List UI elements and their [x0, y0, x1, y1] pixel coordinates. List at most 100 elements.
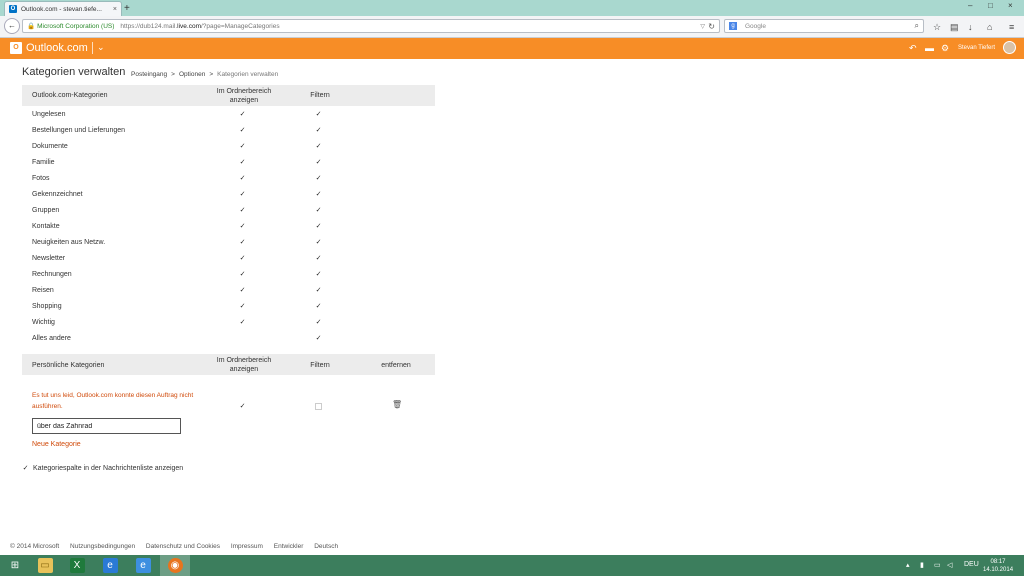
- footer-link-developers[interactable]: Entwickler: [274, 543, 304, 550]
- new-tab-button[interactable]: +: [124, 3, 130, 14]
- folder-checkbox[interactable]: ✓: [239, 319, 246, 326]
- table-row: Gruppen ✓ ✓: [22, 203, 435, 219]
- user-name[interactable]: Stevan Tiefert: [958, 45, 995, 51]
- folder-checkbox[interactable]: ✓: [239, 255, 246, 262]
- bookmark-star-icon[interactable]: ☆: [933, 22, 941, 33]
- google-engine-icon[interactable]: g: [729, 22, 737, 30]
- delete-icon[interactable]: 🗑: [392, 400, 402, 409]
- filter-checkbox[interactable]: ✓: [315, 127, 322, 134]
- search-placeholder: Google: [745, 22, 766, 30]
- breadcrumb-posteingang[interactable]: Posteingang: [131, 71, 167, 78]
- avatar[interactable]: [1003, 41, 1016, 54]
- personal-folder-checkbox[interactable]: ✓: [239, 403, 246, 410]
- filter-checkbox[interactable]: ✓: [315, 111, 322, 118]
- tray-chevron-icon[interactable]: ▴: [906, 561, 910, 569]
- footer-link-privacy[interactable]: Datenschutz und Cookies: [146, 543, 220, 550]
- bookmarks-icon[interactable]: ▤: [950, 22, 959, 33]
- filter-checkbox[interactable]: ✓: [315, 319, 322, 326]
- footer-link-language[interactable]: Deutsch: [314, 543, 338, 550]
- search-icon[interactable]: ⌕: [915, 21, 919, 31]
- folder-checkbox[interactable]: ✓: [239, 207, 246, 214]
- app-switcher-chevron-icon[interactable]: ⌄: [97, 42, 105, 53]
- gear-icon[interactable]: ⚙: [941, 43, 949, 54]
- filter-checkbox[interactable]: ✓: [315, 303, 322, 310]
- start-button[interactable]: ⊞: [0, 555, 30, 576]
- footer-link-terms[interactable]: Nutzungsbedingungen: [70, 543, 135, 550]
- new-category-input[interactable]: [32, 418, 181, 434]
- folder-checkbox[interactable]: ✓: [239, 127, 246, 134]
- filter-checkbox[interactable]: ✓: [315, 207, 322, 214]
- browser-tab[interactable]: O Outlook.com - stevan.tiefe... ×: [4, 1, 122, 16]
- site-identity[interactable]: Microsoft Corporation (US): [37, 23, 114, 30]
- col-header-personal-folder: Im Ordnerbereich anzeigen: [216, 357, 272, 373]
- chat-icon[interactable]: ▬: [925, 43, 934, 53]
- filter-checkbox[interactable]: ✓: [315, 239, 322, 246]
- footer-link-imprint[interactable]: Impressum: [231, 543, 263, 550]
- clock[interactable]: 08:17 14.10.2014: [983, 558, 1013, 574]
- outlook-logo-icon[interactable]: O: [10, 42, 22, 54]
- col-header-personal-name: Persönliche Kategorien: [32, 362, 105, 369]
- url-bar[interactable]: 🔒 Microsoft Corporation (US) https://dub…: [22, 19, 720, 33]
- download-icon[interactable]: ↓: [968, 22, 973, 32]
- file-explorer-icon: ▭: [37, 558, 53, 573]
- filter-checkbox[interactable]: ✓: [315, 335, 322, 342]
- filter-checkbox[interactable]: ✓: [315, 287, 322, 294]
- breadcrumb-separator: >: [171, 71, 175, 78]
- filter-checkbox[interactable]: ✓: [315, 159, 322, 166]
- folder-checkbox[interactable]: ✓: [239, 271, 246, 278]
- home-icon[interactable]: ⌂: [987, 22, 992, 32]
- table-row: Reisen ✓ ✓: [22, 283, 435, 299]
- breadcrumb-optionen[interactable]: Optionen: [179, 71, 205, 78]
- folder-checkbox[interactable]: ✓: [239, 287, 246, 294]
- undo-icon[interactable]: ↶: [909, 43, 917, 54]
- taskbar-firefox[interactable]: ◉: [160, 555, 190, 576]
- browser-tab-bar: O Outlook.com - stevan.tiefe... × + – □ …: [0, 0, 1024, 16]
- category-name: Reisen: [32, 287, 54, 294]
- network-icon[interactable]: ▮: [920, 561, 924, 569]
- category-name: Alles andere: [32, 335, 71, 342]
- url-dropdown-icon[interactable]: ▽: [700, 23, 705, 30]
- back-button[interactable]: ←: [4, 18, 20, 34]
- firefox-icon: ◉: [167, 558, 183, 573]
- show-category-column-option[interactable]: ✓ Kategoriespalte in der Nachrichtenliste…: [22, 465, 184, 472]
- folder-checkbox[interactable]: ✓: [239, 239, 246, 246]
- taskbar-ie-second[interactable]: e: [128, 555, 158, 576]
- folder-checkbox[interactable]: ✓: [239, 159, 246, 166]
- breadcrumb: Posteingang > Optionen > Kategorien verwalte…: [131, 71, 278, 78]
- battery-icon[interactable]: ▭: [934, 561, 941, 569]
- folder-checkbox[interactable]: ✓: [239, 175, 246, 182]
- show-category-column-checkbox[interactable]: ✓: [22, 465, 29, 472]
- folder-checkbox[interactable]: ✓: [239, 303, 246, 310]
- taskbar-explorer[interactable]: ▭: [30, 555, 60, 576]
- table-row: Neuigkeiten aus Netzw. ✓ ✓: [22, 235, 435, 251]
- filter-checkbox[interactable]: ✓: [315, 223, 322, 230]
- maximize-window-icon[interactable]: □: [988, 1, 993, 10]
- menu-icon[interactable]: ≡: [1009, 22, 1014, 32]
- taskbar-excel[interactable]: X: [62, 555, 92, 576]
- volume-icon[interactable]: ◁: [947, 561, 952, 569]
- filter-checkbox[interactable]: ✓: [315, 143, 322, 150]
- reload-icon[interactable]: ↻: [708, 22, 715, 31]
- col-header-remove: entfernen: [381, 362, 411, 369]
- close-tab-icon[interactable]: ×: [113, 6, 117, 13]
- personal-filter-checkbox[interactable]: [315, 403, 322, 410]
- category-name: Familie: [32, 159, 55, 166]
- taskbar-ie[interactable]: e: [95, 555, 125, 576]
- search-bar[interactable]: g Google ⌕: [724, 19, 924, 33]
- filter-checkbox[interactable]: ✓: [315, 255, 322, 262]
- brand-title[interactable]: Outlook.com: [26, 42, 88, 54]
- folder-checkbox[interactable]: ✓: [239, 223, 246, 230]
- col-header-name: Outlook.com-Kategorien: [32, 92, 108, 99]
- language-indicator[interactable]: DEU: [964, 561, 979, 568]
- filter-checkbox[interactable]: ✓: [315, 271, 322, 278]
- folder-checkbox[interactable]: ✓: [239, 191, 246, 198]
- filter-checkbox[interactable]: ✓: [315, 191, 322, 198]
- folder-checkbox[interactable]: ✓: [239, 143, 246, 150]
- new-category-link[interactable]: Neue Kategorie: [32, 441, 81, 448]
- footer: © 2014 Microsoft Nutzungsbedingungen Dat…: [10, 543, 347, 550]
- table-row: Shopping ✓ ✓: [22, 299, 435, 315]
- filter-checkbox[interactable]: ✓: [315, 175, 322, 182]
- folder-checkbox[interactable]: ✓: [239, 111, 246, 118]
- close-window-icon[interactable]: ×: [1008, 1, 1013, 10]
- minimize-window-icon[interactable]: –: [968, 1, 972, 10]
